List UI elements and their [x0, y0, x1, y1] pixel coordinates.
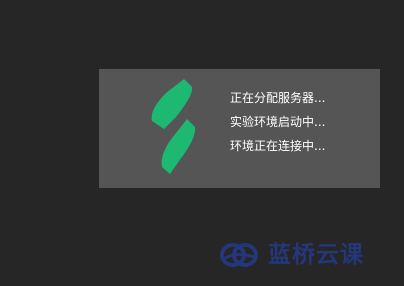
status-list: 正在分配服务器... 实验环境启动中... 环境正在连接中...: [230, 86, 325, 158]
brand-name: 蓝桥云课: [268, 242, 364, 268]
loading-panel: 正在分配服务器... 实验环境启动中... 环境正在连接中...: [99, 69, 380, 188]
green-slash-logo-icon: [151, 79, 196, 174]
status-line-starting-environment: 实验环境启动中...: [230, 115, 326, 129]
status-line-connecting-environment: 环境正在连接中...: [230, 139, 326, 153]
status-line-allocating-server: 正在分配服务器...: [230, 91, 326, 105]
blue-bridge-logo-icon: [220, 243, 258, 267]
